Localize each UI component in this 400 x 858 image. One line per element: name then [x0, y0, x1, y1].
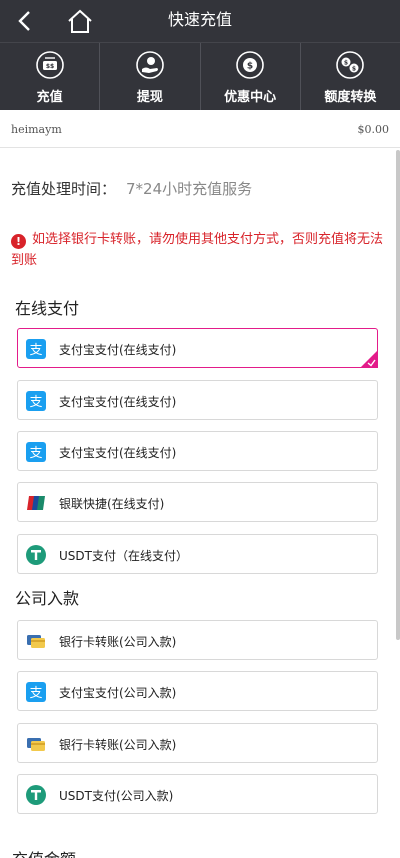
section-title-online: 在线支付: [15, 299, 80, 318]
payment-option-label: 银行卡转账(公司入款): [59, 635, 177, 649]
deposit-icon: $$: [35, 51, 64, 79]
payment-option-alipay-company[interactable]: 支 支付宝支付(公司入款): [17, 671, 378, 711]
transfer-icon: $ $: [336, 51, 365, 79]
menu-label: 优惠中心: [224, 90, 277, 105]
usdt-icon: [26, 545, 46, 565]
unionpay-icon: [27, 496, 45, 510]
payment-option-label: 银行卡转账(公司入款): [59, 738, 177, 752]
payment-option-unionpay-online[interactable]: 银联快捷(在线支付): [17, 482, 378, 522]
balance: $0.00: [357, 123, 390, 136]
page-title: 快速充值: [167, 10, 232, 29]
section-title-company: 公司入款: [15, 589, 80, 608]
payment-option-label: 支付宝支付(在线支付): [59, 343, 177, 357]
alipay-icon: 支: [26, 682, 46, 702]
svg-text:支: 支: [29, 395, 42, 410]
promo-icon: $: [236, 51, 264, 79]
bank-card-icon: [27, 635, 45, 648]
username: heimaym: [11, 123, 62, 136]
payment-option-usdt-company[interactable]: USDT支付(公司入款): [17, 774, 378, 814]
payment-option-alipay-online-1[interactable]: 支 支付宝支付(在线支付): [17, 328, 378, 368]
svg-text:$$: $$: [45, 63, 53, 70]
menu-item-transfer[interactable]: $ $ 额度转换: [299, 43, 400, 110]
exclamation-icon: !: [11, 234, 26, 249]
alipay-icon: 支: [26, 442, 46, 462]
alipay-icon: 支: [26, 391, 46, 411]
alipay-icon: 支: [26, 339, 46, 359]
warning-notice: ! 如选择银行卡转账，请勿使用其他支付方式，否则充值将无法到账: [11, 229, 383, 271]
payment-option-label: USDT支付（在线支付）: [59, 549, 188, 563]
svg-text:支: 支: [29, 446, 42, 461]
top-bar: 快速充值: [0, 0, 400, 42]
payment-option-bank-transfer-1[interactable]: 银行卡转账(公司入款): [17, 620, 378, 660]
section-title-amount: 充值金额: [12, 846, 76, 858]
payment-option-label: 银联快捷(在线支付): [59, 497, 165, 511]
processing-time: 充值处理时间： 7*24小时充值服务: [11, 178, 252, 199]
processing-value: 7*24小时充值服务: [126, 180, 253, 198]
payment-option-alipay-online-3[interactable]: 支 支付宝支付(在线支付): [17, 431, 378, 471]
svg-text:$: $: [352, 66, 356, 73]
menu-label: 充值: [36, 90, 63, 105]
payment-option-label: 支付宝支付(在线支付): [59, 446, 177, 460]
bank-card-icon: [27, 738, 45, 751]
usdt-icon: [26, 785, 46, 805]
menu-item-promotions[interactable]: $ 优惠中心: [199, 43, 300, 110]
payment-option-label: 支付宝支付(在线支付): [59, 395, 177, 409]
svg-text:$: $: [344, 60, 348, 67]
warning-text: 如选择银行卡转账，请勿使用其他支付方式，否则充值将无法到账: [11, 232, 384, 268]
menu-item-deposit[interactable]: $$ 充值: [0, 43, 99, 110]
svg-text:$: $: [247, 62, 253, 72]
svg-text:支: 支: [29, 686, 42, 701]
account-summary: heimaym $0.00: [0, 110, 400, 148]
account-menu: $$ 充值 提现 $ 优惠中心 $ $ 额度转换: [0, 42, 400, 110]
scrollbar[interactable]: [396, 150, 400, 640]
payment-option-label: 支付宝支付(公司入款): [59, 686, 177, 700]
payment-option-alipay-online-2[interactable]: 支 支付宝支付(在线支付): [17, 380, 378, 420]
processing-label: 充值处理时间：: [11, 180, 117, 198]
payment-option-label: USDT支付(公司入款): [59, 789, 174, 803]
payment-option-usdt-online[interactable]: USDT支付（在线支付）: [17, 534, 378, 574]
payment-option-bank-transfer-2[interactable]: 银行卡转账(公司入款): [17, 723, 378, 763]
menu-label: 额度转换: [324, 90, 377, 105]
withdraw-icon: [136, 51, 164, 79]
menu-label: 提现: [136, 90, 163, 105]
menu-item-withdraw[interactable]: 提现: [99, 43, 199, 110]
selected-check-icon: [360, 350, 378, 368]
svg-text:支: 支: [29, 343, 42, 358]
